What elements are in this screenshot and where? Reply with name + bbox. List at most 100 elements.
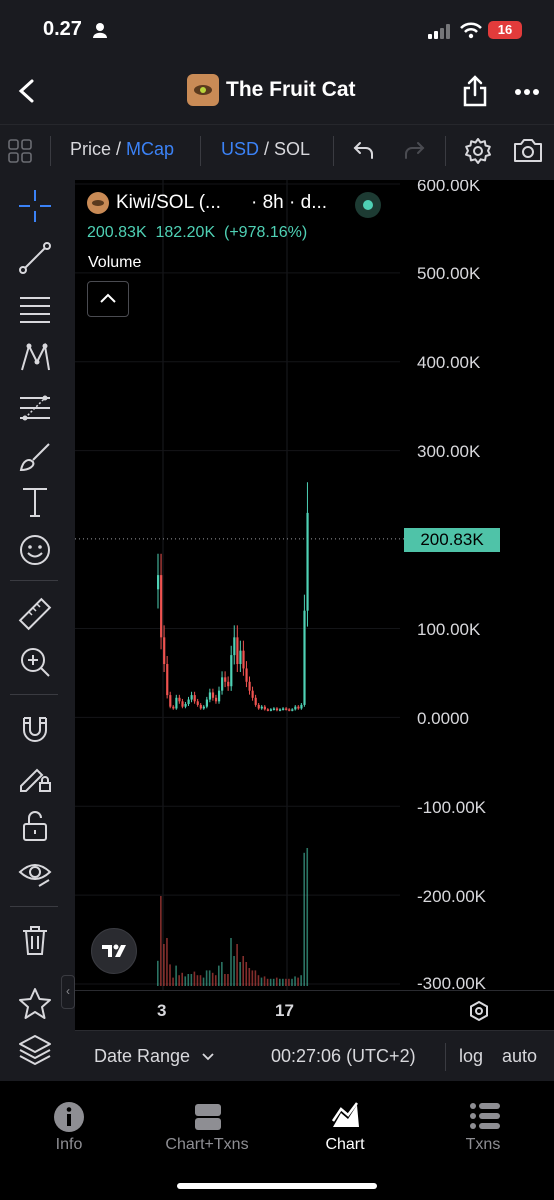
tab-chart-txns[interactable]: Chart+Txns xyxy=(138,1081,276,1181)
favorites-icon[interactable] xyxy=(15,986,55,1022)
log-toggle[interactable]: log xyxy=(459,1046,483,1067)
candle xyxy=(248,681,251,691)
date-range-button[interactable]: Date Range xyxy=(94,1046,215,1067)
candle xyxy=(297,706,300,709)
volume-bar xyxy=(288,978,290,986)
camera-icon[interactable] xyxy=(513,137,543,163)
price-chart[interactable]: Kiwi/SOL (... · 8h · d... 200.83K 182.20… xyxy=(75,180,554,990)
volume-bar xyxy=(251,970,254,986)
volume-bar xyxy=(157,960,159,986)
unlock-icon[interactable] xyxy=(15,808,55,844)
y-tick: -200.00K xyxy=(417,887,486,906)
volume-bar xyxy=(233,956,235,986)
chart-settings-icon[interactable] xyxy=(468,1000,490,1022)
candle xyxy=(211,692,215,698)
volume-bar xyxy=(193,971,196,986)
info-icon xyxy=(54,1102,84,1132)
redo-icon[interactable] xyxy=(402,140,426,160)
usd-label: USD xyxy=(221,139,260,159)
back-icon[interactable] xyxy=(15,78,39,104)
text-tool-icon[interactable] xyxy=(15,484,55,520)
candle xyxy=(205,699,208,707)
candle xyxy=(275,708,279,711)
settings-icon[interactable] xyxy=(464,137,492,165)
volume-bar xyxy=(227,974,229,986)
share-icon[interactable] xyxy=(462,75,488,107)
chart-icon xyxy=(331,1102,359,1127)
volume-bar xyxy=(242,956,244,986)
trash-icon[interactable] xyxy=(15,922,55,958)
token-title: The Fruit Cat xyxy=(226,78,356,101)
undo-icon[interactable] xyxy=(352,140,376,160)
candle xyxy=(181,701,184,707)
candle xyxy=(208,692,212,700)
candle xyxy=(254,697,257,705)
tab-chart[interactable]: Chart xyxy=(276,1081,414,1181)
signal-icon xyxy=(428,23,454,39)
currency-toggle[interactable]: USD / SOL xyxy=(221,139,310,160)
collapse-indicators-button[interactable] xyxy=(87,281,129,317)
volume-bar xyxy=(202,977,205,986)
candle xyxy=(306,512,309,611)
emoji-icon[interactable] xyxy=(15,532,55,568)
crosshair-icon[interactable] xyxy=(15,188,55,224)
fib-retracement-icon[interactable] xyxy=(15,390,55,426)
tab-txns[interactable]: Txns xyxy=(414,1081,552,1181)
pattern-icon[interactable] xyxy=(15,340,55,376)
timezone-clock[interactable]: 00:27:06 (UTC+2) xyxy=(271,1046,416,1067)
brush-icon[interactable] xyxy=(15,438,55,474)
candle xyxy=(233,637,236,656)
collapse-sidebar-handle[interactable]: ‹ xyxy=(61,975,75,1009)
candle xyxy=(239,650,242,664)
interval-label[interactable]: · 8h · d... xyxy=(251,192,327,214)
candle xyxy=(169,695,172,707)
list-icon xyxy=(470,1103,500,1129)
split-view-icon xyxy=(195,1104,221,1130)
candle xyxy=(300,704,303,709)
volume-bar xyxy=(224,974,226,986)
price-mcap-toggle[interactable]: Price / MCap xyxy=(70,139,174,160)
trend-line-icon[interactable] xyxy=(15,240,55,276)
auto-toggle[interactable]: auto xyxy=(502,1046,537,1067)
candle xyxy=(269,709,273,711)
volume-bar xyxy=(214,975,217,986)
tradingview-logo[interactable] xyxy=(91,928,137,974)
candle xyxy=(257,704,260,709)
magnet-icon[interactable] xyxy=(15,710,55,746)
battery-icon: 16 xyxy=(488,21,522,39)
pair-label[interactable]: Kiwi/SOL (... xyxy=(116,192,221,214)
y-tick: 300.00K xyxy=(417,442,481,461)
layers-icon[interactable] xyxy=(15,1032,55,1068)
candle xyxy=(160,575,163,638)
grid-layout-icon[interactable] xyxy=(8,139,32,163)
lock-drawing-icon[interactable] xyxy=(15,758,55,794)
candle xyxy=(303,610,306,705)
volume-bar xyxy=(260,977,263,986)
person-icon xyxy=(93,23,107,38)
candle xyxy=(291,709,294,711)
candle xyxy=(221,677,224,691)
y-tick: 500.00K xyxy=(417,264,481,283)
volume-bar xyxy=(279,978,281,986)
more-icon[interactable] xyxy=(514,88,540,96)
volume-bar xyxy=(275,977,278,986)
volume-bar xyxy=(266,978,269,986)
mcap-label: MCap xyxy=(126,139,175,159)
candle xyxy=(227,681,230,687)
volume-bar xyxy=(282,978,284,986)
status-time: 0.27 xyxy=(43,18,82,40)
zoom-in-icon[interactable] xyxy=(15,644,55,680)
candle xyxy=(175,697,178,709)
tab-info[interactable]: Info xyxy=(0,1081,138,1181)
change-percent: (+978.16%) xyxy=(224,224,308,241)
ruler-icon[interactable] xyxy=(15,596,55,632)
volume-bar xyxy=(190,974,193,986)
ohlc-values: 200.83K 182.20K (+978.16%) xyxy=(87,224,307,242)
candle xyxy=(282,708,285,710)
volume-bar xyxy=(303,852,305,986)
volume-bar xyxy=(300,975,302,986)
volume-bar xyxy=(239,962,241,986)
candle xyxy=(288,709,291,711)
visibility-icon[interactable] xyxy=(15,856,55,892)
horizontal-lines-icon[interactable] xyxy=(15,290,55,326)
